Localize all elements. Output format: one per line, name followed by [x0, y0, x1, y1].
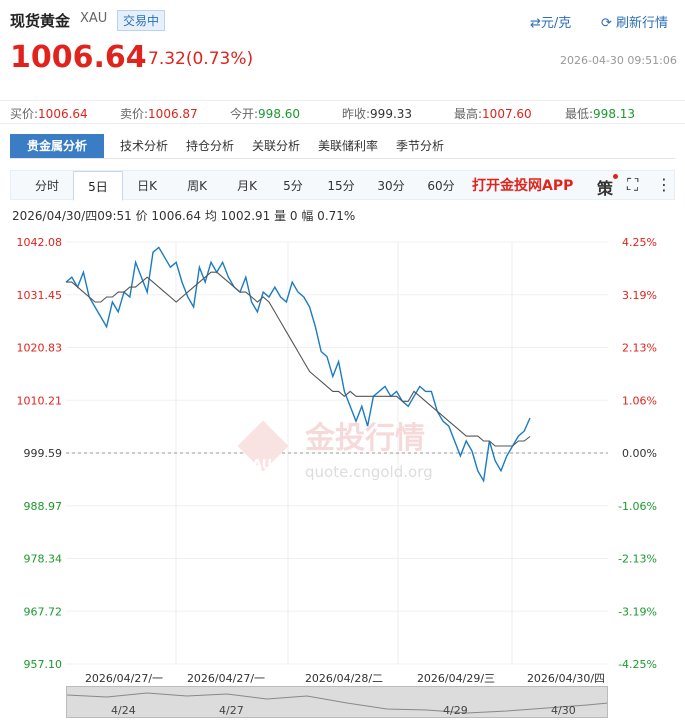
y-tick-label-left: 967.72: [24, 605, 63, 618]
quote-timestamp: 2026-04-30 09:51:06: [560, 54, 677, 67]
price-series-line: [65, 246, 531, 483]
unit-toggle-button[interactable]: ⇄元/克: [530, 12, 571, 31]
tab-correlation[interactable]: 关联分析: [246, 134, 306, 158]
stat-prev-close: 昨收:999.33: [342, 107, 413, 121]
price-chart[interactable]: 1042.08 4.25% 1031.45 3.19% 1020.83 2.13% 1010…: [0, 230, 685, 686]
period-weekly-k[interactable]: 周K: [175, 171, 219, 201]
navigator-label: 4/27: [219, 704, 244, 717]
fullscreen-icon[interactable]: ⛶: [627, 175, 638, 195]
tab-precious-metals[interactable]: 贵金属分析: [10, 134, 104, 158]
period-selector: 分时 5日 日K 周K 月K 5分 15分 30分 60分 打开金投网APP 策…: [10, 170, 675, 201]
quote-stats-bar: 买价:1006.64 卖价:1006.87 今开:998.60 昨收:999.3…: [0, 100, 685, 124]
refresh-icon: ⟳: [601, 16, 612, 31]
y-tick-label-left: 999.59: [24, 447, 63, 460]
tab-fed-rate[interactable]: 美联储利率: [312, 134, 384, 158]
period-30min[interactable]: 30分: [371, 171, 411, 201]
y-tick-label-right: -2.13%: [618, 553, 657, 566]
trading-status-badge: 交易中: [117, 10, 166, 31]
average-series-line: [66, 271, 531, 447]
y-tick-label-right: -4.25%: [618, 658, 657, 671]
period-monthly-k[interactable]: 月K: [225, 171, 269, 201]
navigator-label: 4/30: [551, 704, 576, 717]
navigator-label: 4/24: [111, 704, 136, 717]
instrument-title: 现货黄金: [10, 12, 71, 30]
x-tick-label: 2026/04/27/一: [187, 672, 265, 685]
y-tick-label-right: 0.00%: [622, 447, 657, 460]
x-tick-label: 2026/04/29/三: [417, 672, 495, 685]
crosshair-info: 2026/04/30/四09:51 价 1006.64 均 1002.91 量 …: [12, 209, 356, 223]
x-tick-label: 2026/04/27/一: [85, 672, 163, 685]
y-tick-label-left: 1031.45: [17, 289, 63, 302]
x-tick-label: 2026/04/28/二: [305, 672, 383, 685]
tab-positions[interactable]: 持仓分析: [180, 134, 240, 158]
period-5day[interactable]: 5日: [73, 171, 123, 201]
more-icon[interactable]: ⋮: [656, 175, 672, 194]
period-15min[interactable]: 15分: [321, 171, 361, 201]
y-tick-label-right: 3.19%: [622, 289, 657, 302]
y-tick-label-left: 957.10: [24, 658, 63, 671]
y-tick-label-left: 978.34: [24, 553, 63, 566]
period-daily-k[interactable]: 日K: [127, 171, 167, 201]
y-tick-label-left: 988.97: [24, 500, 63, 513]
watermark-url: quote.cngold.org: [305, 463, 433, 481]
strategy-button[interactable]: 策: [597, 175, 613, 199]
open-app-link[interactable]: 打开金投网APP: [472, 171, 573, 201]
y-tick-label-left: 1010.21: [17, 394, 63, 407]
quote-header: 现货黄金 XAU 交易中 ⇄元/克 ⟳ 刷新行情 1006.64 7.32(0.…: [0, 0, 685, 90]
current-price: 1006.64: [10, 40, 147, 75]
refresh-label: 刷新行情: [616, 16, 669, 31]
y-tick-label-right: 1.06%: [622, 394, 657, 407]
x-tick-label: 2026/04/30/四: [527, 672, 605, 685]
navigator-label: 4/29: [443, 704, 468, 717]
y-tick-label-right: 2.13%: [622, 342, 657, 355]
stat-high: 最高:1007.60: [454, 107, 532, 121]
period-intraday[interactable]: 分时: [25, 171, 69, 201]
watermark-brand: 金投行情: [304, 421, 425, 456]
stat-open: 今开:998.60: [230, 107, 301, 121]
notification-dot: [613, 174, 618, 179]
tab-seasonal[interactable]: 季节分析: [390, 134, 450, 158]
y-tick-label-left: 1020.83: [17, 342, 63, 355]
y-tick-label-right: -1.06%: [618, 500, 657, 513]
navigator-sparkline: [67, 692, 607, 714]
stat-ask: 卖价:1006.87: [120, 107, 198, 121]
refresh-button[interactable]: ⟳ 刷新行情: [601, 12, 668, 31]
tab-technical[interactable]: 技术分析: [114, 134, 174, 158]
instrument-symbol: XAU: [80, 11, 108, 26]
analysis-tabs: 贵金属分析 技术分析 持仓分析 关联分析 美联储利率 季节分析: [10, 134, 675, 159]
y-tick-label-left: 1042.08: [17, 236, 63, 249]
watermark-logo-text: AU: [252, 458, 272, 473]
period-60min[interactable]: 60分: [421, 171, 461, 201]
stat-bid: 买价:1006.64: [10, 107, 88, 121]
price-change: 7.32(0.73%): [148, 49, 254, 69]
y-tick-label-right: 4.25%: [622, 236, 657, 249]
period-5min[interactable]: 5分: [275, 171, 311, 201]
y-tick-label-right: -3.19%: [618, 605, 657, 618]
stat-low: 最低:998.13: [565, 107, 636, 121]
time-navigator[interactable]: 4/24 4/27 4/29 4/30: [66, 686, 608, 718]
